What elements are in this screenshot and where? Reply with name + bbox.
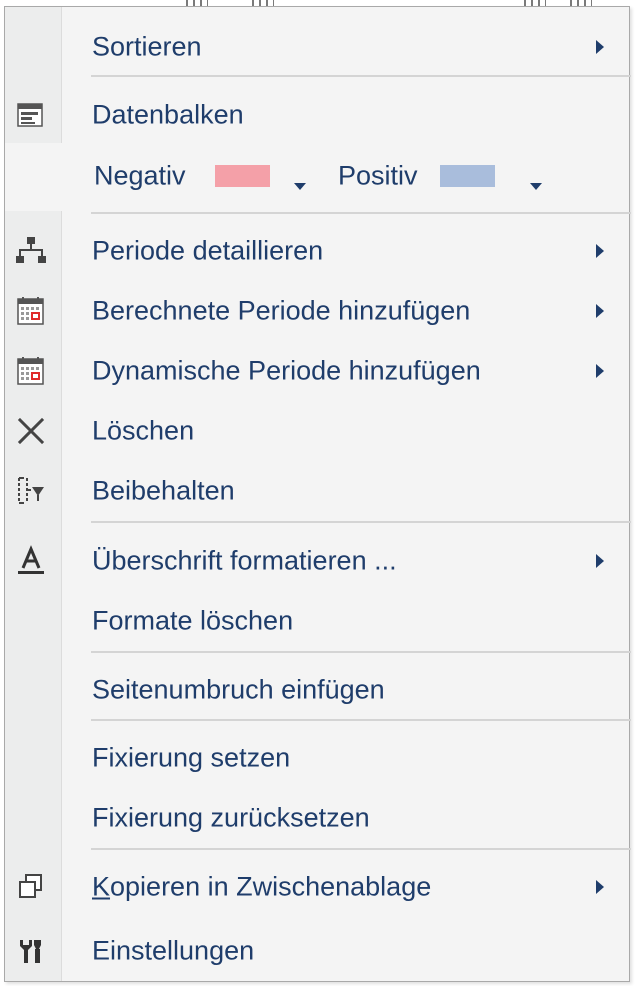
- menu-item-label: Fixierung setzen: [92, 742, 291, 773]
- menu-item-dynamische-periode[interactable]: Dynamische Periode hinzufügen: [5, 343, 629, 399]
- context-menu: Sortieren Datenbalken Negativ Positiv Pe…: [4, 6, 631, 982]
- menu-item-periode-detaillieren[interactable]: Periode detaillieren: [5, 223, 629, 279]
- tools-icon: [11, 931, 51, 971]
- menu-item-label: Formate löschen: [92, 605, 294, 636]
- menu-item-einstellungen[interactable]: Einstellungen: [5, 923, 629, 979]
- negativ-color-swatch[interactable]: [215, 165, 270, 187]
- menu-item-label: Überschrift formatieren ...: [92, 545, 397, 576]
- menu-item-label: Sortieren: [92, 31, 202, 62]
- menu-separator: [91, 651, 631, 653]
- menu-item-fixierung-zuruecksetzen[interactable]: Fixierung zurücksetzen: [5, 790, 629, 846]
- menu-item-label: Datenbalken: [92, 99, 244, 130]
- keep-filter-icon: [11, 471, 51, 511]
- menu-item-loeschen[interactable]: Löschen: [5, 403, 629, 459]
- menu-item-ueberschrift-formatieren[interactable]: Überschrift formatieren ...: [5, 533, 629, 589]
- text-format-icon: [11, 541, 51, 581]
- menu-item-label: Einstellungen: [92, 935, 255, 966]
- menu-separator: [91, 75, 631, 77]
- menu-item-seitenumbruch[interactable]: Seitenumbruch einfügen: [5, 662, 629, 718]
- menu-separator: [91, 521, 631, 523]
- positiv-color-dropdown[interactable]: [521, 157, 551, 195]
- menu-item-label: Dynamische Periode hinzufügen: [92, 355, 481, 386]
- calendar-icon: [11, 291, 51, 331]
- negativ-color-dropdown[interactable]: [285, 157, 315, 195]
- data-bar-color-row: Negativ Positiv: [5, 147, 629, 205]
- menu-item-datenbalken[interactable]: Datenbalken: [5, 87, 629, 143]
- calendar-icon: [11, 351, 51, 391]
- submenu-arrow-icon: [596, 244, 604, 258]
- close-x-icon: [11, 411, 51, 451]
- menu-item-formate-loeschen[interactable]: Formate löschen: [5, 593, 629, 649]
- menu-item-label: Kopieren in Zwischenablage: [92, 872, 431, 903]
- menu-item-kopieren[interactable]: Kopieren in Zwischenablage: [5, 859, 629, 915]
- submenu-arrow-icon: [596, 304, 604, 318]
- positiv-color-swatch[interactable]: [440, 165, 495, 187]
- menu-item-label: Seitenumbruch einfügen: [92, 674, 385, 705]
- menu-item-sortieren[interactable]: Sortieren: [5, 19, 629, 75]
- menu-separator: [91, 719, 631, 721]
- submenu-arrow-icon: [596, 554, 604, 568]
- access-key: K: [92, 871, 111, 902]
- menu-item-label: Fixierung zurücksetzen: [92, 802, 370, 833]
- submenu-arrow-icon: [596, 364, 604, 378]
- menu-item-berechnete-periode[interactable]: Berechnete Periode hinzufügen: [5, 283, 629, 339]
- chevron-down-icon: [294, 183, 306, 190]
- data-bars-icon: [11, 95, 51, 135]
- menu-item-beibehalten[interactable]: Beibehalten: [5, 463, 629, 519]
- menu-item-label: Periode detaillieren: [92, 235, 324, 266]
- menu-item-label: Löschen: [92, 415, 195, 446]
- chevron-down-icon: [530, 183, 542, 190]
- menu-separator: [91, 848, 631, 850]
- submenu-arrow-icon: [596, 40, 604, 54]
- menu-separator: [91, 212, 631, 214]
- copy-icon: [11, 867, 51, 907]
- menu-item-fixierung-setzen[interactable]: Fixierung setzen: [5, 730, 629, 786]
- positiv-label: Positiv: [338, 160, 418, 191]
- menu-item-label: Berechnete Periode hinzufügen: [92, 295, 471, 326]
- menu-item-label-rest: opieren in Zwischenablage: [110, 871, 432, 902]
- menu-item-label: Beibehalten: [92, 475, 235, 506]
- negativ-label: Negativ: [94, 160, 186, 191]
- hierarchy-icon: [11, 231, 51, 271]
- submenu-arrow-icon: [596, 880, 604, 894]
